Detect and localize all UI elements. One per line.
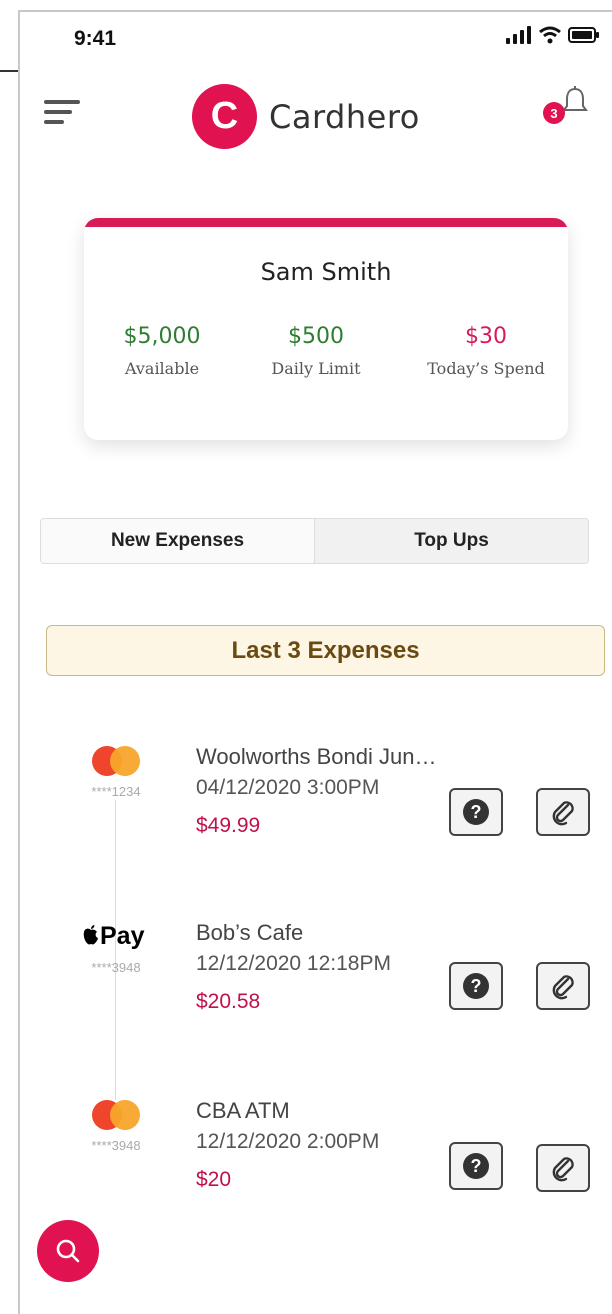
card-mask: ****1234 [91,784,141,799]
stat-value: $30 [465,324,507,349]
bell-icon [562,86,588,111]
paperclip-icon [552,975,574,1000]
merchant-name: Woolworths Bondi Jun… [196,744,437,769]
search-icon [56,1239,80,1263]
stat-value: $500 [288,324,344,349]
help-button[interactable]: ? [449,788,503,836]
expense-datetime: 12/12/2020 12:18PM [196,952,391,975]
svg-text:?: ? [471,802,482,822]
expense-amount: $20 [196,1168,232,1191]
card-mask: ****3948 [91,1138,141,1153]
brand-name: Cardhero [269,97,420,136]
search-button[interactable] [37,1220,99,1282]
help-icon: ? [463,973,489,999]
stat-todays-spend: $30 Today’s Spend [414,324,558,378]
status-time: 9:41 [74,27,117,50]
notification-badge: 3 [543,102,565,124]
menu-icon[interactable] [44,100,84,130]
tab-new-expenses[interactable]: New Expenses [41,519,315,563]
help-button[interactable]: ? [449,962,503,1010]
brand-logo: C Cardhero [192,84,420,149]
paperclip-icon [552,1157,574,1182]
signal-icon [506,26,531,44]
logo-mark: C [192,84,257,149]
expense-item[interactable]: Pay ****3948 Bob’s Cafe 12/12/2020 12:18… [0,920,612,1052]
status-icons [506,26,600,44]
expense-datetime: 04/12/2020 3:00PM [196,776,380,799]
help-button[interactable]: ? [449,1142,503,1190]
help-icon: ? [463,799,489,825]
frame-tick [0,70,18,72]
svg-text:?: ? [471,976,482,996]
stat-available: $5,000 Available [100,324,224,378]
stat-value: $5,000 [123,324,201,349]
battery-icon [568,27,599,43]
help-icon: ? [463,1153,489,1179]
stat-label: Available [124,359,200,378]
frame-border-top [18,10,612,12]
expense-item[interactable]: ****1234 Woolworths Bondi Jun… 04/12/202… [0,744,612,876]
account-summary-card: Sam Smith $5,000 Available $500 Daily Li… [84,218,568,440]
expense-datetime: 12/12/2020 2:00PM [196,1130,380,1153]
tab-top-ups[interactable]: Top Ups [315,519,588,563]
apple-pay-label: Pay [100,922,145,950]
apple-logo-icon [83,925,98,945]
expense-item[interactable]: ****3948 CBA ATM 12/12/2020 2:00PM $20 ? [0,1098,612,1230]
svg-text:?: ? [471,1156,482,1176]
apple-pay-icon: Pay [82,922,144,951]
wifi-icon [539,26,561,44]
attach-receipt-button[interactable] [536,962,590,1010]
merchant-name: Bob’s Cafe [196,920,304,945]
card-accent-bar [84,218,568,227]
mastercard-icon [92,1100,142,1130]
card-mask: ****3948 [91,960,141,975]
paperclip-icon [552,801,574,826]
status-bar: 9:41 [20,18,612,58]
account-holder-name: Sam Smith [260,258,392,286]
merchant-name: CBA ATM [196,1098,290,1123]
notifications-button[interactable]: 3 [543,86,593,126]
expense-tabs: New Expenses Top Ups [40,518,589,564]
stat-daily-limit: $500 Daily Limit [254,324,378,378]
stat-label: Daily Limit [271,359,361,378]
attach-receipt-button[interactable] [536,1144,590,1192]
stat-label: Today’s Spend [427,359,545,378]
section-title: Last 3 Expenses [46,625,605,676]
attach-receipt-button[interactable] [536,788,590,836]
expense-amount: $20.58 [196,990,261,1013]
mastercard-icon [92,746,142,776]
expense-amount: $49.99 [196,814,261,837]
